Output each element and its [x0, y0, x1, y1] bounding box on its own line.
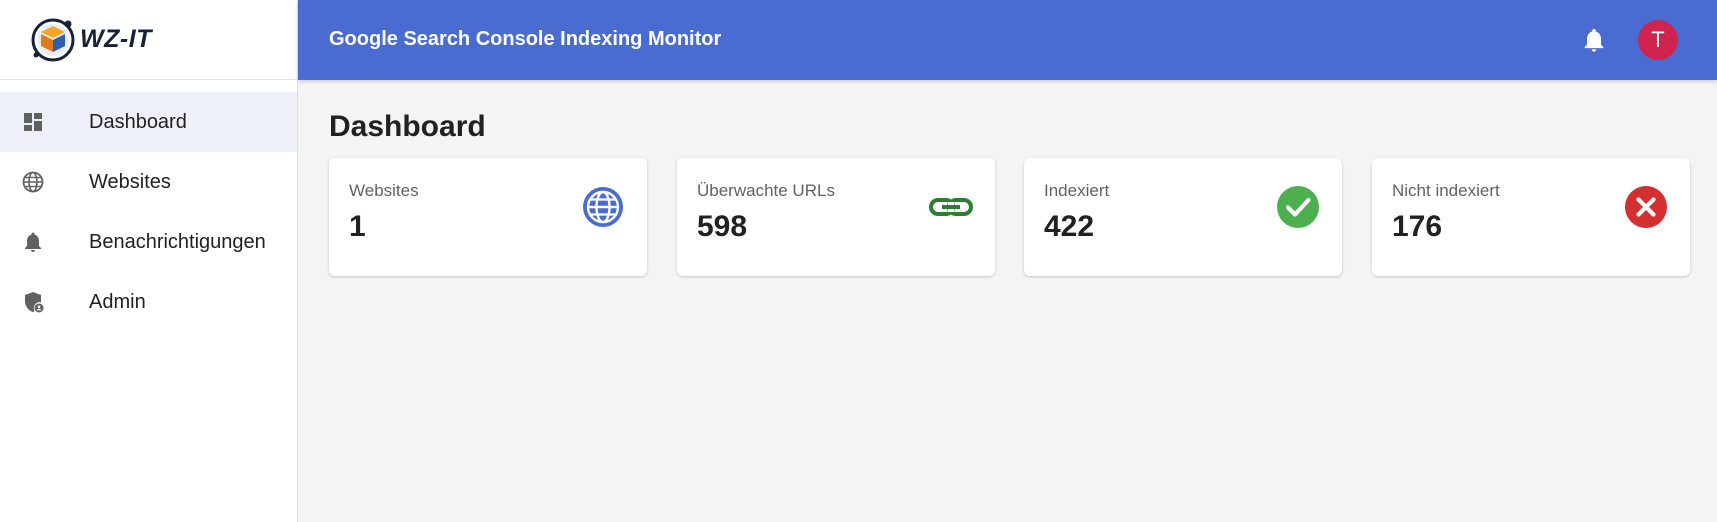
logo-icon [31, 18, 75, 61]
page-title: Dashboard [329, 110, 486, 143]
dashboard-icon [24, 113, 42, 131]
sidebar-nav: Dashboard Websites Benachrichtigungen Ad… [0, 92, 297, 332]
stat-card-value: 1 [349, 210, 366, 243]
sidebar-item-label: Benachrichtigungen [89, 230, 266, 253]
bell-icon [25, 232, 41, 252]
admin-shield-icon [25, 292, 44, 313]
sidebar-item-dashboard[interactable]: Dashboard [0, 92, 297, 152]
sidebar-item-label: Admin [89, 290, 146, 313]
globe-icon [583, 187, 623, 227]
user-avatar[interactable]: T [1638, 20, 1678, 60]
sidebar-item-websites[interactable]: Websites [0, 152, 297, 212]
sidebar-item-admin[interactable]: Admin [0, 272, 297, 332]
stat-card-nicht-indexiert: Nicht indexiert 176 [1372, 158, 1690, 276]
stat-card-value: 176 [1392, 210, 1443, 243]
logo[interactable]: WZ-IT [0, 0, 297, 80]
logo-text: WZ-IT [80, 25, 152, 53]
sidebar-item-label: Dashboard [89, 110, 187, 133]
sidebar: WZ-IT Dashboard Websites Benachrichtigun… [0, 0, 298, 522]
globe-icon [22, 171, 44, 193]
sidebar-item-label: Websites [89, 170, 171, 193]
stat-card-label: Überwachte URLs [697, 181, 835, 200]
stat-card-label: Indexiert [1044, 181, 1110, 200]
app-title: Google Search Console Indexing Monitor [329, 28, 722, 50]
stat-card-label: Nicht indexiert [1392, 181, 1500, 200]
check-circle-icon [1277, 186, 1319, 228]
sidebar-item-benachrichtigungen[interactable]: Benachrichtigungen [0, 212, 297, 272]
notifications-bell-icon[interactable] [1580, 26, 1608, 54]
stat-card-label: Websites [349, 181, 419, 200]
stat-card-value: 598 [697, 210, 748, 243]
top-app-bar: Google Search Console Indexing Monitor T [298, 0, 1717, 80]
stat-card-indexiert: Indexiert 422 [1024, 158, 1342, 276]
stat-card-value: 422 [1044, 210, 1095, 243]
stat-card-websites: Websites 1 [329, 158, 647, 276]
cancel-circle-icon [1625, 186, 1667, 228]
stat-card-ueberwachte-urls: Überwachte URLs 598 [677, 158, 995, 276]
link-icon [929, 198, 973, 216]
